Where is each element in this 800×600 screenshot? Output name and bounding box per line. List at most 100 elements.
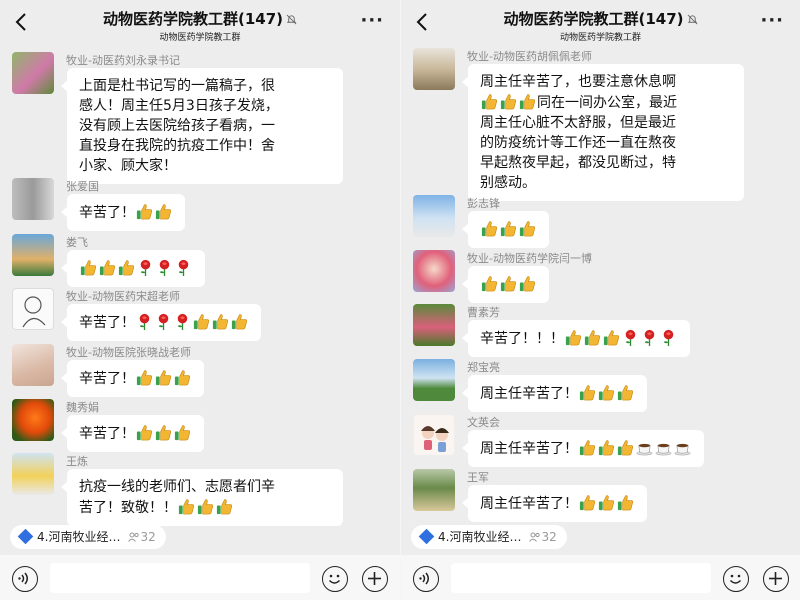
avatar[interactable] bbox=[12, 344, 54, 386]
avatar[interactable] bbox=[12, 453, 54, 495]
message-bubble[interactable]: 辛苦了！ bbox=[61, 360, 204, 397]
read-count: 32 bbox=[541, 530, 557, 544]
avatar[interactable] bbox=[12, 234, 54, 276]
message-bubble[interactable]: 辛苦了！！！ bbox=[462, 320, 690, 357]
rose-icon bbox=[174, 258, 193, 277]
sender-name: 王军 bbox=[467, 471, 489, 484]
thumbs-up-icon bbox=[192, 312, 211, 331]
coffee-icon bbox=[635, 438, 654, 457]
thumbs-up-icon bbox=[499, 92, 518, 111]
message-bubble[interactable]: 上面是杜书记写的一篇稿子，很 感人！周主任5月3日孩子发烧， 没有顾上去医院给孩… bbox=[61, 68, 343, 184]
thumbs-up-icon bbox=[154, 423, 173, 442]
chevron-left-icon[interactable] bbox=[14, 12, 28, 32]
rose-icon bbox=[173, 312, 192, 331]
avatar[interactable] bbox=[12, 288, 54, 330]
message-bubble[interactable]: 周主任辛苦了！ bbox=[462, 485, 647, 522]
avatar[interactable] bbox=[413, 195, 455, 237]
voice-icon[interactable] bbox=[413, 566, 439, 592]
thumbs-up-icon bbox=[616, 438, 635, 457]
avatar[interactable] bbox=[12, 399, 54, 441]
document-icon bbox=[17, 528, 34, 545]
message-bubble[interactable] bbox=[61, 250, 205, 287]
more-dots-icon[interactable]: ··· bbox=[360, 12, 384, 30]
thumbs-up-icon bbox=[597, 438, 616, 457]
plus-icon[interactable] bbox=[763, 566, 789, 592]
thumbs-up-icon bbox=[173, 368, 192, 387]
message-text: 苦了！致敬！！ bbox=[79, 500, 177, 516]
sender-name: 魏秀娟 bbox=[66, 401, 99, 414]
thumbs-up-icon bbox=[480, 274, 499, 293]
chat-screen-left: 动物医药学院教工群(147) 动物医药学院教工群 ··· 牧业-动医药刘永录书记… bbox=[0, 0, 400, 600]
chat-screen-right: 动物医药学院教工群(147) 动物医药学院教工群 ··· 牧业-动物医药胡佩佩老… bbox=[400, 0, 800, 600]
message-bubble[interactable]: 辛苦了！ bbox=[61, 194, 185, 231]
file-title: 4.河南牧业经… bbox=[37, 530, 121, 544]
emoji-icon[interactable] bbox=[723, 566, 749, 592]
sender-name: 牧业-动医药刘永录书记 bbox=[66, 54, 180, 67]
sender-name: 郑宝亮 bbox=[467, 361, 500, 374]
message-bubble[interactable] bbox=[462, 211, 549, 248]
avatar[interactable] bbox=[413, 469, 455, 511]
avatar[interactable] bbox=[12, 52, 54, 94]
chevron-left-icon[interactable] bbox=[415, 12, 429, 32]
thumbs-up-icon bbox=[98, 258, 117, 277]
message-bubble[interactable]: 周主任辛苦了，也要注意休息啊 同在一间办公室，最近 周主任心脏不太舒服，但是最近… bbox=[462, 64, 744, 201]
thumbs-up-icon bbox=[616, 493, 635, 512]
plus-icon[interactable] bbox=[362, 566, 388, 592]
message-text: 辛苦了！ bbox=[79, 426, 135, 442]
message-text: 直投身在我院的抗疫工作中！舍 bbox=[79, 138, 275, 154]
avatar[interactable] bbox=[12, 178, 54, 220]
thumbs-up-icon bbox=[177, 497, 196, 516]
message-bubble[interactable]: 辛苦了！ bbox=[61, 304, 261, 341]
sender-name: 牧业-动物医药宋超老师 bbox=[66, 290, 180, 303]
coffee-icon bbox=[654, 438, 673, 457]
thumbs-up-icon bbox=[154, 368, 173, 387]
thumbs-up-icon bbox=[117, 258, 136, 277]
more-dots-icon[interactable]: ··· bbox=[760, 12, 784, 30]
thumbs-up-icon bbox=[597, 493, 616, 512]
sender-name: 牧业-动物医药胡佩佩老师 bbox=[467, 50, 592, 63]
rose-icon bbox=[155, 258, 174, 277]
thumbs-up-icon bbox=[578, 493, 597, 512]
avatar[interactable] bbox=[413, 48, 455, 90]
file-title: 4.河南牧业经… bbox=[438, 530, 522, 544]
emoji-group bbox=[135, 202, 173, 221]
input-bar bbox=[401, 555, 800, 600]
people-icon bbox=[128, 532, 140, 542]
thumbs-up-icon bbox=[499, 219, 518, 238]
voice-icon[interactable] bbox=[12, 566, 38, 592]
message-text: 周主任辛苦了！ bbox=[480, 386, 578, 402]
thumbs-up-icon bbox=[173, 423, 192, 442]
message-bubble[interactable]: 周主任辛苦了！ bbox=[462, 430, 704, 467]
message-text: 辛苦了！！！ bbox=[480, 331, 564, 347]
thumbs-up-icon bbox=[597, 383, 616, 402]
message-input[interactable] bbox=[451, 563, 711, 593]
emoji-group bbox=[135, 423, 192, 442]
message-input[interactable] bbox=[50, 563, 310, 593]
sender-name: 王炼 bbox=[66, 455, 88, 468]
sender-name: 曹素芳 bbox=[467, 306, 500, 319]
message-text: 辛苦了！ bbox=[79, 315, 135, 331]
sender-name: 娄飞 bbox=[66, 236, 88, 249]
thumbs-up-icon bbox=[135, 202, 154, 221]
message-bubble[interactable]: 周主任辛苦了！ bbox=[462, 375, 647, 412]
avatar[interactable] bbox=[413, 304, 455, 346]
emoji-group bbox=[135, 368, 192, 387]
sender-name: 文英会 bbox=[467, 416, 500, 429]
shared-file-card[interactable]: 4.河南牧业经… 32 bbox=[10, 525, 166, 549]
thumbs-up-icon bbox=[135, 423, 154, 442]
message-bubble[interactable] bbox=[462, 266, 549, 303]
thumbs-up-icon bbox=[230, 312, 249, 331]
avatar[interactable] bbox=[413, 250, 455, 292]
emoji-group bbox=[79, 258, 193, 277]
message-bubble[interactable]: 辛苦了！ bbox=[61, 415, 204, 452]
avatar[interactable] bbox=[413, 359, 455, 401]
thumbs-up-icon bbox=[583, 328, 602, 347]
shared-file-card[interactable]: 4.河南牧业经… 32 bbox=[411, 525, 567, 549]
avatar[interactable] bbox=[413, 414, 455, 456]
message-bubble[interactable]: 抗疫一线的老师们、志愿者们辛 苦了！致敬！！ bbox=[61, 469, 343, 526]
rose-icon bbox=[640, 328, 659, 347]
thumbs-up-icon bbox=[518, 92, 537, 111]
emoji-icon[interactable] bbox=[322, 566, 348, 592]
thumbs-up-icon bbox=[154, 202, 173, 221]
message-text: 没有顾上去医院给孩子看病，一 bbox=[79, 118, 275, 134]
